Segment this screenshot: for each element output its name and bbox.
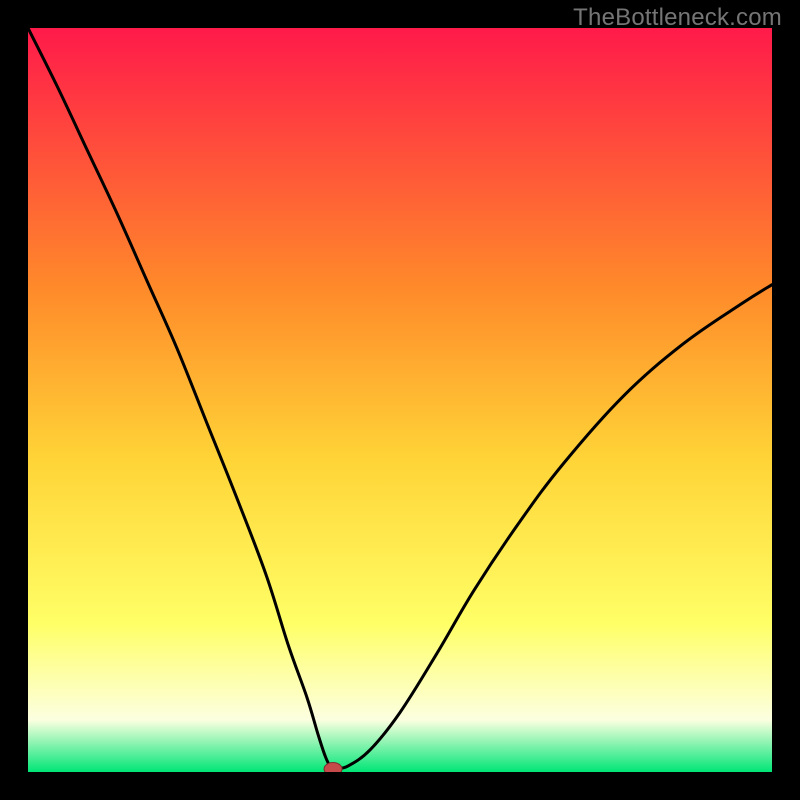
watermark-text: TheBottleneck.com	[573, 4, 782, 32]
plot-area	[28, 28, 772, 772]
chart-svg	[28, 28, 772, 772]
chart-frame: TheBottleneck.com	[0, 0, 800, 800]
optimum-marker	[324, 763, 342, 772]
gradient-background	[28, 28, 772, 772]
